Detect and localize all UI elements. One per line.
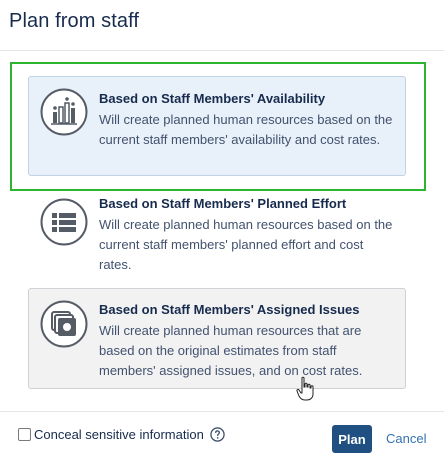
- list-icon: [40, 198, 88, 246]
- option-description: Will create planned human resources base…: [99, 112, 393, 147]
- availability-chart-icon: [40, 88, 88, 136]
- stacked-cards-icon: [40, 300, 88, 348]
- option-description: Will create planned human resources that…: [99, 323, 363, 378]
- footer-divider: [0, 411, 444, 412]
- option-description: Will create planned human resources base…: [99, 217, 393, 272]
- help-icon[interactable]: [210, 427, 225, 442]
- option-assigned-issues[interactable]: Based on Staff Members' Assigned Issues …: [28, 288, 406, 389]
- plan-from-staff-dialog: Plan from staff Based on Staff Members' …: [0, 0, 444, 460]
- option-title: Based on Staff Members' Assigned Issues: [99, 302, 360, 317]
- hand-cursor-icon: [296, 376, 314, 401]
- option-title: Based on Staff Members' Availability: [99, 91, 326, 106]
- cancel-link[interactable]: Cancel: [386, 431, 426, 446]
- conceal-sensitive-info[interactable]: Conceal sensitive information: [18, 427, 225, 442]
- option-title: Based on Staff Members' Planned Effort: [99, 196, 347, 211]
- dialog-title: Plan from staff: [9, 10, 140, 32]
- header-divider: [0, 50, 444, 51]
- option-availability[interactable]: Based on Staff Members' Availability Wil…: [28, 76, 406, 176]
- conceal-label: Conceal sensitive information: [34, 427, 204, 442]
- option-planned-effort[interactable]: Based on Staff Members' Planned Effort W…: [28, 186, 406, 278]
- plan-button[interactable]: Plan: [332, 425, 372, 453]
- conceal-checkbox[interactable]: [18, 428, 31, 441]
